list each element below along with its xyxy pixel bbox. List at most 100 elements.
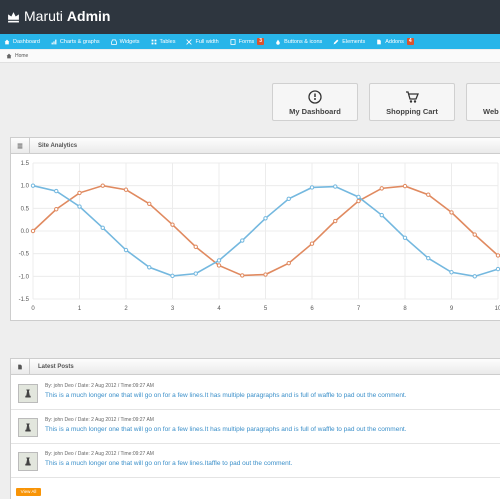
nav-label: Charts & graphs xyxy=(59,38,100,45)
data-point xyxy=(263,272,268,277)
breadcrumb: Home xyxy=(0,50,500,63)
nav-forms[interactable]: Forms 3 xyxy=(230,38,265,45)
data-point xyxy=(379,186,384,191)
data-point xyxy=(54,188,59,194)
data-point xyxy=(402,183,408,189)
quick-action-web[interactable]: Web xyxy=(466,83,500,121)
data-point xyxy=(263,216,268,221)
x-tick-label: 10 xyxy=(495,306,500,312)
data-point xyxy=(333,184,338,189)
nav-full-width[interactable]: Full width xyxy=(186,39,219,45)
forms-icon xyxy=(230,38,236,45)
pencil-icon xyxy=(333,39,339,44)
widget-title: Latest Posts xyxy=(38,363,74,370)
site-analytics-widget: Site Analytics 0 1 2 3 4 5 6 7 8 9 10 1.5 1.0 0.5 0.0 -… xyxy=(10,137,500,321)
nav-buttons-icons[interactable]: Buttons & icons xyxy=(275,39,322,45)
file-icon xyxy=(377,39,382,44)
widget-header: Latest Posts xyxy=(11,358,500,375)
data-point xyxy=(449,210,454,215)
x-tick-label: 2 xyxy=(124,306,128,312)
data-point xyxy=(286,196,291,202)
view-all-button[interactable]: View All xyxy=(16,488,41,496)
nav-dashboard[interactable]: Dashboard xyxy=(4,39,40,45)
cart-icon xyxy=(406,91,419,103)
home-icon xyxy=(6,53,12,59)
breadcrumb-home-link[interactable]: Home xyxy=(15,53,28,59)
x-tick-label: 9 xyxy=(450,306,454,312)
nav-label: Forms xyxy=(238,38,255,45)
post-meta: By: john Deo / Date: 2 Aug 2012 / Time:0… xyxy=(45,417,154,423)
quick-action-label: My Dashboard xyxy=(289,107,341,116)
x-tick-label: 4 xyxy=(217,306,221,312)
data-point xyxy=(123,247,129,253)
quick-action-my-dashboard[interactable]: My Dashboard xyxy=(272,83,358,121)
nav-label: Tables xyxy=(159,38,176,45)
quick-action-label: Shopping Cart xyxy=(386,107,438,116)
home-icon xyxy=(4,39,10,44)
brand-logo[interactable]: Maruti Admin xyxy=(7,8,110,24)
x-tick-label: 0 xyxy=(31,306,35,312)
data-point xyxy=(100,225,105,231)
post-thumbnail xyxy=(18,384,38,403)
nav-elements[interactable]: Elements xyxy=(333,39,365,45)
x-tick-label: 5 xyxy=(264,306,268,312)
data-point xyxy=(100,183,105,188)
post-meta: By: john Deo / Date: 2 Aug 2012 / Time:0… xyxy=(45,383,154,389)
nav-label: Elements xyxy=(342,38,366,45)
quick-action-shopping-cart[interactable]: Shopping Cart xyxy=(369,83,455,121)
data-point xyxy=(495,253,500,258)
y-tick-label: -1.5 xyxy=(19,297,30,303)
data-point xyxy=(216,258,222,263)
x-tick-label: 8 xyxy=(403,306,407,312)
widget-header: Site Analytics xyxy=(11,137,500,154)
post-item: By: john Deo / Date: 2 Aug 2012 / Time:0… xyxy=(11,376,500,410)
data-point xyxy=(379,212,384,218)
nav-charts-graphs[interactable]: Charts & graphs xyxy=(51,39,100,45)
data-point xyxy=(449,270,454,275)
data-point xyxy=(472,232,477,237)
data-point xyxy=(402,235,408,241)
post-text-link[interactable]: This is a much longer one that will go o… xyxy=(45,460,292,467)
nav-badge: 4 xyxy=(406,38,414,45)
data-point xyxy=(193,244,198,250)
nav-tables[interactable]: Tables xyxy=(151,38,176,45)
data-point xyxy=(286,260,291,266)
data-point xyxy=(240,273,245,278)
inbox-icon xyxy=(110,39,117,45)
widget-icon-box xyxy=(11,137,30,154)
data-point xyxy=(147,265,152,270)
widget-icon-box xyxy=(11,358,30,375)
data-point xyxy=(77,204,82,209)
signal-icon xyxy=(51,39,57,44)
post-thumbnail xyxy=(18,452,38,471)
chess-piece-icon xyxy=(25,389,31,398)
post-text-link[interactable]: This is a much longer one that will go o… xyxy=(45,392,407,399)
nav-widgets[interactable]: Widgets xyxy=(110,39,140,45)
data-point xyxy=(356,198,361,204)
nav-label: Dashboard xyxy=(13,38,40,45)
data-point xyxy=(240,238,245,243)
nav-addons[interactable]: Addons 4 xyxy=(376,38,414,45)
data-point xyxy=(170,273,175,279)
y-tick-label: 1.0 xyxy=(21,184,30,190)
analytics-line-chart: 0 1 2 3 4 5 6 7 8 9 10 1.5 1.0 0.5 0.0 -0.5 -1.0 -1.5 xyxy=(19,161,500,312)
crown-icon xyxy=(8,11,19,22)
data-point xyxy=(356,194,361,200)
post-meta: By: john Deo / Date: 2 Aug 2012 / Time:0… xyxy=(45,451,154,457)
post-text-link[interactable]: This is a much longer one that will go o… xyxy=(45,426,407,433)
main-nav: Dashboard Charts & graphs Widgets Tables… xyxy=(0,34,500,49)
y-tick-label: 0.5 xyxy=(21,206,30,212)
nav-label: Buttons & icons xyxy=(284,38,323,45)
list-icon xyxy=(17,143,23,148)
data-point xyxy=(77,190,82,196)
x-tick-label: 6 xyxy=(310,306,314,312)
data-point xyxy=(426,192,431,197)
data-point xyxy=(472,274,477,279)
chess-piece-icon xyxy=(25,457,31,466)
y-tick-label: 0.0 xyxy=(21,229,30,235)
x-tick-label: 7 xyxy=(357,306,361,312)
brand-name-light: Maruti xyxy=(24,8,63,24)
data-point xyxy=(147,201,152,206)
brand-name-bold: Admin xyxy=(66,8,111,24)
post-item: By: john Deo / Date: 2 Aug 2012 / Time:0… xyxy=(11,444,500,478)
